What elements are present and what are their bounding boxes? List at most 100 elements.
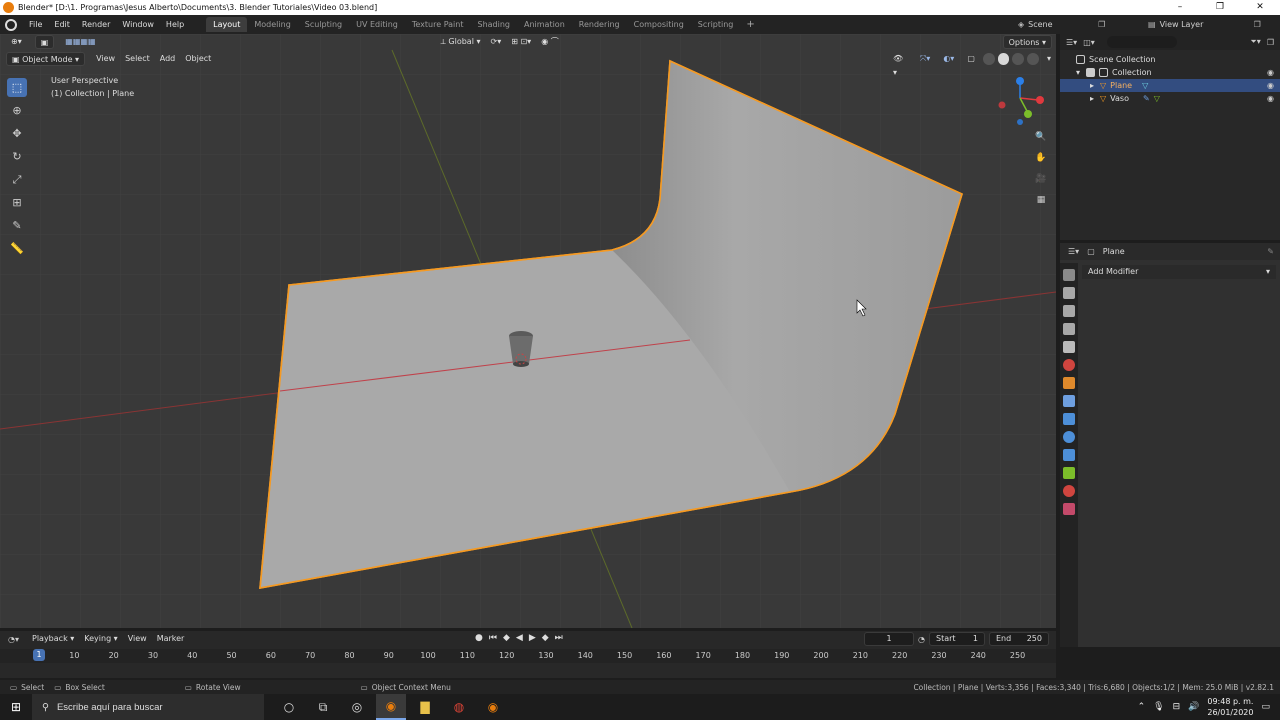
prev-keyframe-icon[interactable]: ◆: [503, 633, 510, 643]
taskbar-clock[interactable]: 09:48 p. m. 26/01/2020: [1207, 696, 1253, 718]
network-icon[interactable]: ⊟: [1173, 702, 1181, 712]
filter-icon[interactable]: ⏷▾: [1250, 37, 1260, 47]
scene-name[interactable]: Scene: [1028, 20, 1094, 29]
selection-modes-icons[interactable]: ▦▦▦▦: [60, 35, 100, 49]
start-frame-field[interactable]: Start 1: [928, 632, 985, 646]
pivot-icon[interactable]: ⟳▾: [486, 35, 507, 49]
playhead[interactable]: 1: [33, 649, 45, 661]
annotate-tool-icon[interactable]: ✎: [7, 216, 27, 235]
minimize-button[interactable]: –: [1160, 0, 1200, 15]
transform-orientation-dropdown[interactable]: ⟂ Global ▾: [436, 35, 486, 49]
x-axis-icon[interactable]: [1036, 96, 1044, 104]
options-dropdown[interactable]: Options ▾: [1002, 35, 1052, 49]
transform-tool-icon[interactable]: ⊞: [7, 193, 27, 212]
taskbar-search-box[interactable]: ⚲ Escribe aquí para buscar: [32, 694, 264, 720]
tab-rendering[interactable]: Rendering: [572, 17, 627, 32]
blender-second-taskbar-icon[interactable]: ◉: [478, 694, 508, 720]
output-tab-icon[interactable]: [1063, 305, 1075, 317]
play-icon[interactable]: ▶: [529, 633, 536, 643]
object-mode-dropdown[interactable]: ▣ Object Mode ▾: [6, 52, 86, 66]
constraints-tab-icon[interactable]: [1063, 449, 1075, 461]
properties-editor-icon[interactable]: ☰▾: [1068, 247, 1079, 256]
maximize-button[interactable]: ❐: [1200, 0, 1240, 15]
tab-sculpting[interactable]: Sculpting: [298, 17, 349, 32]
collection-row[interactable]: ▾ Collection ◉: [1060, 66, 1280, 79]
particles-tab-icon[interactable]: [1063, 413, 1075, 425]
editor-type-icon[interactable]: ⊕▾: [6, 35, 27, 49]
menu-file[interactable]: File: [23, 20, 48, 29]
snap-icon[interactable]: ⊞ ⊡▾: [506, 35, 536, 49]
y-axis-icon[interactable]: [1024, 110, 1032, 118]
collection-visibility-icon[interactable]: ◉: [1267, 66, 1274, 79]
add-modifier-dropdown[interactable]: Add Modifier ▾: [1082, 265, 1276, 279]
z-axis-icon[interactable]: [1016, 77, 1024, 85]
view-layer-tab-icon[interactable]: [1063, 323, 1075, 335]
ortho-grid-icon[interactable]: ▦: [1033, 192, 1049, 208]
modifier-tab-icon[interactable]: [1063, 395, 1075, 407]
timeline-editor-icon[interactable]: ◔▾: [8, 635, 19, 644]
cortana-icon[interactable]: ○: [274, 694, 304, 720]
tool-tab-icon[interactable]: [1063, 269, 1075, 281]
blender-menu-icon[interactable]: [5, 18, 17, 31]
physics-tab-icon[interactable]: [1063, 431, 1075, 443]
cursor-tool-icon[interactable]: ⊕: [7, 101, 27, 120]
menu-edit[interactable]: Edit: [48, 20, 76, 29]
display-mode-icon[interactable]: ◫▾: [1083, 38, 1095, 47]
menu-timeline-view[interactable]: View: [123, 632, 152, 646]
file-explorer-icon[interactable]: ▇: [410, 694, 440, 720]
record-icon[interactable]: ●: [475, 633, 483, 643]
vaso-visibility-icon[interactable]: ◉: [1267, 92, 1274, 105]
menu-select[interactable]: Select: [120, 52, 155, 66]
view-layer-selector[interactable]: ▤ View Layer ❐: [1148, 17, 1261, 32]
wireframe-shading-icon[interactable]: [982, 53, 995, 65]
navigation-gizmo[interactable]: [998, 74, 1048, 134]
tab-layout[interactable]: Layout: [206, 17, 248, 32]
notifications-icon[interactable]: ▭: [1261, 702, 1270, 712]
world-tab-icon[interactable]: [1063, 359, 1075, 371]
menu-window[interactable]: Window: [116, 20, 160, 29]
close-button[interactable]: ✕: [1240, 0, 1280, 15]
rendered-shading-icon[interactable]: [1027, 53, 1040, 65]
jump-start-icon[interactable]: ⏮: [489, 633, 497, 643]
task-view-icon[interactable]: ⧉: [308, 694, 338, 720]
vaso-modifier-icon[interactable]: ✎: [1143, 92, 1150, 105]
menu-help[interactable]: Help: [160, 20, 190, 29]
object-tab-icon[interactable]: [1063, 377, 1075, 389]
shading-options-icon[interactable]: ▾: [1042, 52, 1056, 66]
measure-tool-icon[interactable]: 📏: [7, 239, 27, 258]
view-layer-name[interactable]: View Layer: [1160, 20, 1250, 29]
expand-plane-icon[interactable]: ▸: [1090, 79, 1100, 92]
pin-icon[interactable]: ✎: [1267, 247, 1274, 256]
new-scene-icon[interactable]: ❐: [1098, 20, 1105, 29]
menu-keying[interactable]: Keying ▾: [79, 632, 122, 646]
plane-mesh-data-icon[interactable]: ▽: [1142, 79, 1148, 92]
tray-chevron-icon[interactable]: ⌃: [1138, 702, 1146, 712]
move-tool-icon[interactable]: ✥: [7, 124, 27, 143]
tab-compositing[interactable]: Compositing: [627, 17, 691, 32]
tab-uv-editing[interactable]: UV Editing: [349, 17, 405, 32]
windows-start-icon[interactable]: ⊞: [0, 694, 32, 720]
menu-add[interactable]: Add: [155, 52, 181, 66]
vaso-mesh-data-icon[interactable]: ▽: [1154, 92, 1160, 105]
visibility-icon[interactable]: 👁▾: [888, 52, 912, 77]
render-tab-icon[interactable]: [1063, 287, 1075, 299]
current-frame-field[interactable]: 1: [864, 632, 914, 646]
menu-playback[interactable]: Playback ▾: [27, 632, 79, 646]
viewport-scene[interactable]: [0, 34, 1056, 628]
preview-range-icon[interactable]: ◔: [918, 635, 925, 644]
material-tab-icon[interactable]: [1063, 485, 1075, 497]
solid-shading-icon[interactable]: [997, 53, 1010, 65]
texture-tab-icon[interactable]: [1063, 503, 1075, 515]
3d-viewport[interactable]: ⊕▾ ▣ ▦▦▦▦ ⟂ Global ▾ ⟳▾ ⊞ ⊡▾ ◉ ⌒ Options…: [0, 34, 1056, 628]
tab-animation[interactable]: Animation: [517, 17, 572, 32]
scene-selector[interactable]: ◈ Scene ❐: [1018, 17, 1105, 32]
material-shading-icon[interactable]: [1012, 53, 1025, 65]
volume-icon[interactable]: 🔊: [1188, 702, 1199, 712]
pan-hand-icon[interactable]: ✋: [1033, 150, 1049, 166]
outliner-editor-icon[interactable]: ☰▾: [1066, 38, 1077, 47]
expand-vaso-icon[interactable]: ▸: [1090, 92, 1100, 105]
menu-marker[interactable]: Marker: [152, 632, 190, 646]
chrome-icon[interactable]: ◍: [444, 694, 474, 720]
camera-view-icon[interactable]: 🎥: [1033, 171, 1049, 187]
add-workspace-button[interactable]: +: [740, 19, 760, 30]
